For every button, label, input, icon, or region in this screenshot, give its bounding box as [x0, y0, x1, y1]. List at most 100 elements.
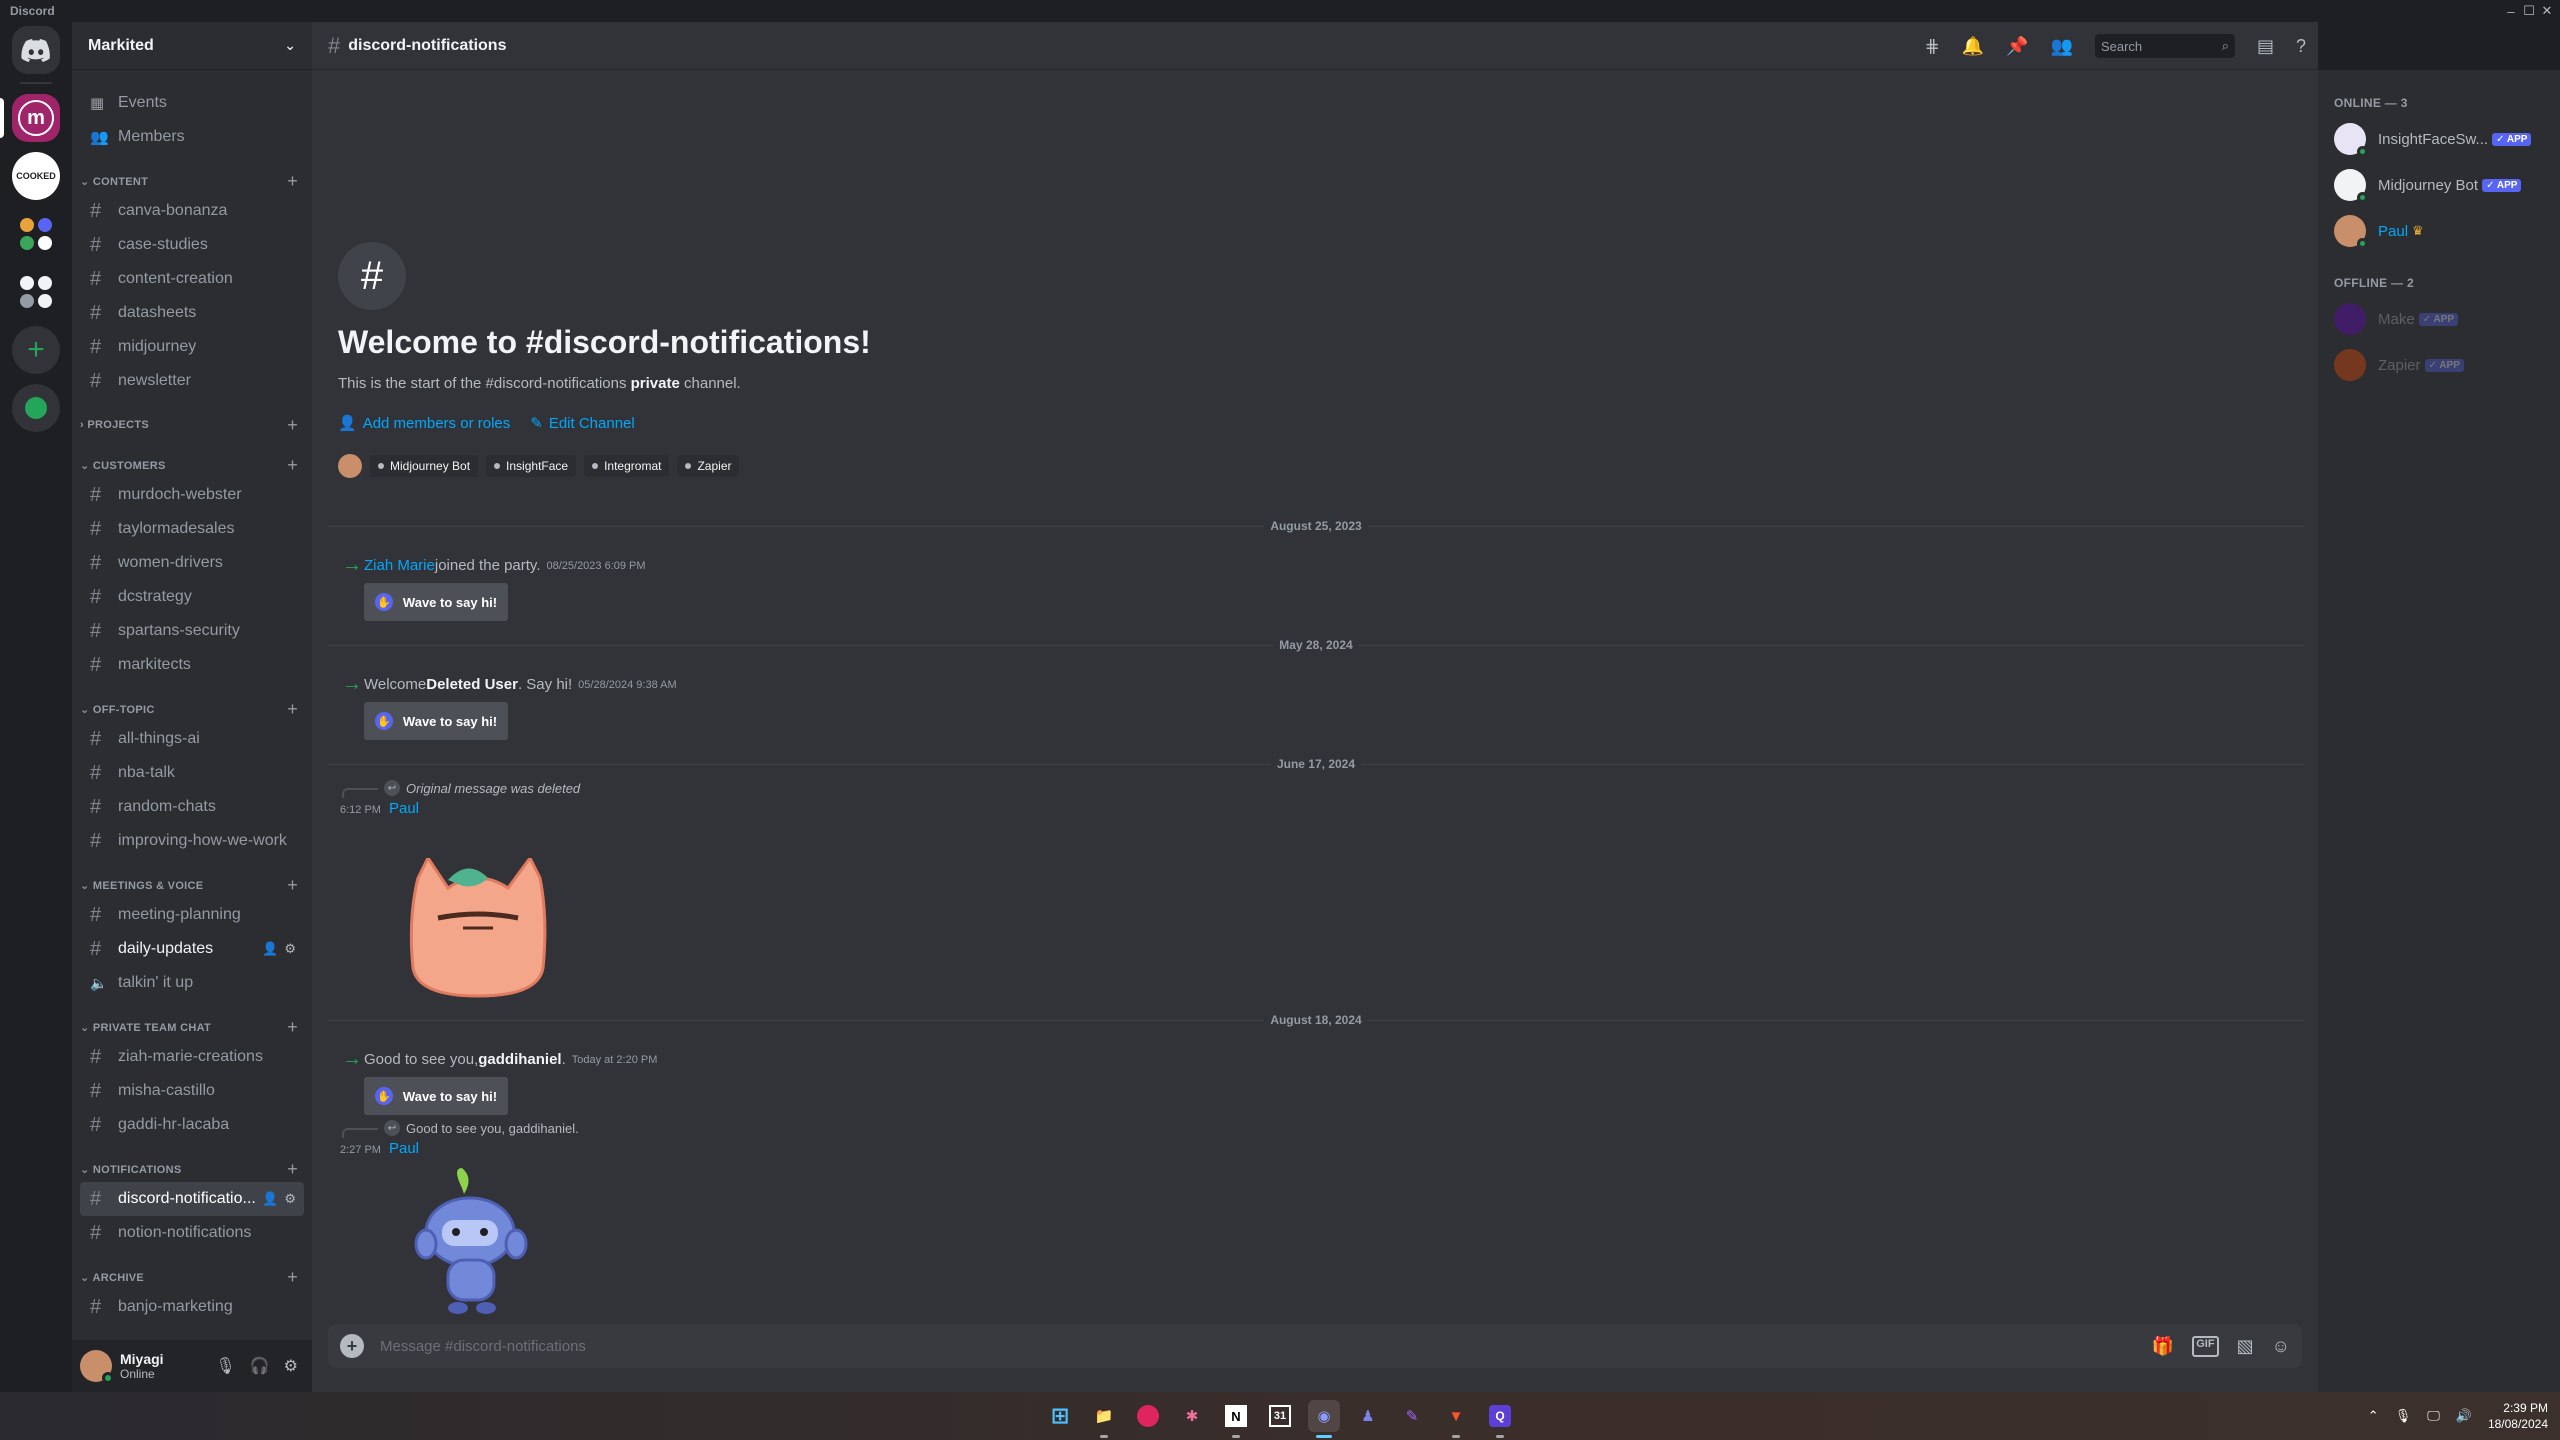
channel-item[interactable]: # discord-notificatio... 👤 ⚙: [80, 1182, 304, 1216]
category-header[interactable]: ⌄ ARCHIVE +: [80, 1264, 304, 1290]
calendar-app-icon[interactable]: 31: [1264, 1400, 1296, 1432]
member-item[interactable]: Make ✓ APP: [2334, 296, 2552, 342]
member-chip[interactable]: InsightFace: [486, 455, 577, 477]
channel-settings-gear-icon[interactable]: ⚙: [284, 1191, 296, 1207]
create-channel-plus-icon[interactable]: +: [287, 455, 298, 476]
member-item[interactable]: Zapier ✓ APP: [2334, 342, 2552, 388]
wave-button[interactable]: ✋ Wave to say hi!: [364, 1077, 508, 1115]
teams-icon[interactable]: ♟: [1352, 1400, 1384, 1432]
minimize-button[interactable]: –: [2502, 0, 2520, 22]
member-item[interactable]: InsightFaceSw... ✓ APP: [2334, 116, 2552, 162]
channel-item[interactable]: # content-creation: [80, 262, 304, 296]
wave-button[interactable]: ✋ Wave to say hi!: [364, 702, 508, 740]
gift-icon[interactable]: 🎁: [2152, 1336, 2174, 1357]
wumpus-sticker[interactable]: [412, 1168, 532, 1322]
category-header[interactable]: ⌄ CONTENT +: [80, 168, 304, 194]
members-item[interactable]: 👥 Members: [80, 120, 304, 154]
tray-mic-icon[interactable]: 🎙: [2395, 1408, 2412, 1424]
invite-icon[interactable]: 👤: [262, 1191, 278, 1207]
volume-icon[interactable]: 🔊: [2456, 1408, 2472, 1424]
server-cooked[interactable]: COOKED: [12, 152, 60, 200]
threads-icon[interactable]: ⋕: [1925, 36, 1940, 57]
category-header[interactable]: ⌄ NOTIFICATIONS +: [80, 1156, 304, 1182]
channel-item[interactable]: # datasheets: [80, 296, 304, 330]
network-icon[interactable]: 🖵: [2427, 1408, 2440, 1424]
message-input[interactable]: [380, 1337, 2152, 1355]
channel-item[interactable]: # banjo-marketing: [80, 1290, 304, 1324]
category-header[interactable]: ⌄ PRIVATE TEAM CHAT +: [80, 1014, 304, 1040]
category-header[interactable]: ⌄ MEETINGS & VOICE +: [80, 872, 304, 898]
create-channel-plus-icon[interactable]: +: [287, 1159, 298, 1180]
server-markited[interactable]: m: [0, 94, 60, 142]
category-header[interactable]: ⌄ OFF-TOPIC +: [80, 696, 304, 722]
obsidian-icon[interactable]: Q: [1484, 1400, 1516, 1438]
server-folder-1[interactable]: [12, 210, 60, 258]
member-chip[interactable]: Midjourney Bot: [370, 455, 479, 477]
create-channel-plus-icon[interactable]: +: [287, 699, 298, 720]
channel-item[interactable]: # notion-notifications: [80, 1216, 304, 1250]
discord-taskbar-icon[interactable]: ◉: [1308, 1400, 1340, 1438]
edit-channel-link[interactable]: ✎ Edit Channel: [530, 414, 634, 433]
media-player-icon[interactable]: [1132, 1400, 1164, 1432]
peach-sticker[interactable]: [408, 855, 548, 1002]
channel-settings-gear-icon[interactable]: ⚙: [284, 941, 296, 957]
wave-button[interactable]: ✋ Wave to say hi!: [364, 583, 508, 621]
member-item[interactable]: Paul ♛: [2334, 208, 2552, 254]
channel-item[interactable]: 🔈 talkin' it up: [80, 966, 304, 1000]
photos-icon[interactable]: ✱: [1176, 1400, 1208, 1432]
maximize-button[interactable]: ☐: [2520, 0, 2538, 22]
notification-bell-icon[interactable]: 🔔: [1962, 36, 1984, 57]
inbox-icon[interactable]: ▤: [2257, 36, 2274, 57]
channel-item[interactable]: # case-studies: [80, 228, 304, 262]
channel-item[interactable]: # misha-castillo: [80, 1074, 304, 1108]
system-clock[interactable]: 2:39 PM 18/08/2024: [2488, 1400, 2548, 1432]
channel-item[interactable]: # meeting-planning: [80, 898, 304, 932]
channel-item[interactable]: # improving-how-we-work: [80, 824, 304, 858]
events-item[interactable]: ▦ Events: [80, 86, 304, 120]
create-channel-plus-icon[interactable]: +: [287, 1267, 298, 1288]
channel-item[interactable]: # dcstrategy: [80, 580, 304, 614]
file-explorer-icon[interactable]: 📁: [1088, 1400, 1120, 1438]
add-members-link[interactable]: 👤 Add members or roles: [338, 414, 510, 433]
gif-button[interactable]: GIF: [2192, 1335, 2219, 1357]
sticker-icon[interactable]: ▧: [2237, 1336, 2254, 1357]
message-author[interactable]: gaddihaniel: [478, 1051, 561, 1068]
reply-reference[interactable]: ↩ Original message was deleted: [342, 778, 580, 798]
channel-item[interactable]: # women-drivers: [80, 546, 304, 580]
channel-item[interactable]: # spartans-security: [80, 614, 304, 648]
channel-item[interactable]: # murdoch-webster: [80, 478, 304, 512]
message-author[interactable]: Ziah Marie: [364, 557, 435, 574]
channel-item[interactable]: # gaddi-hr-lacaba: [80, 1108, 304, 1142]
user-avatar[interactable]: [80, 1350, 114, 1384]
create-channel-plus-icon[interactable]: +: [287, 415, 298, 436]
help-icon[interactable]: ?: [2296, 36, 2306, 57]
attach-plus-icon[interactable]: +: [340, 1334, 364, 1358]
notion-icon[interactable]: N: [1220, 1400, 1252, 1438]
add-server-button[interactable]: +: [12, 326, 60, 374]
pin-icon[interactable]: 📌: [2006, 36, 2028, 57]
category-header[interactable]: ⌄ CUSTOMERS +: [80, 452, 304, 478]
tray-chevron-icon[interactable]: ⌃: [2368, 1408, 2379, 1424]
brave-browser-icon[interactable]: ▼: [1440, 1400, 1472, 1438]
settings-gear-icon[interactable]: ⚙: [284, 1356, 298, 1376]
invite-icon[interactable]: 👤: [262, 941, 278, 957]
member-chip[interactable]: Zapier: [677, 455, 740, 477]
member-item[interactable]: Midjourney Bot ✓ APP: [2334, 162, 2552, 208]
channel-item[interactable]: # taylormadesales: [80, 512, 304, 546]
microphone-icon[interactable]: 🎙: [215, 1356, 235, 1376]
member-chip[interactable]: Integromat: [584, 455, 670, 477]
channel-item[interactable]: # markitects: [80, 648, 304, 682]
explore-servers-button[interactable]: [12, 384, 60, 432]
emoji-icon[interactable]: ☺: [2272, 1336, 2290, 1357]
home-button[interactable]: [12, 26, 60, 74]
channel-item[interactable]: # nba-talk: [80, 756, 304, 790]
channel-item[interactable]: # canva-bonanza: [80, 194, 304, 228]
server-folder-2[interactable]: [12, 268, 60, 316]
message-author[interactable]: Deleted User: [426, 676, 518, 693]
channel-item[interactable]: # random-chats: [80, 790, 304, 824]
start-menu-icon[interactable]: ⊞: [1044, 1400, 1076, 1432]
member-list-toggle-icon[interactable]: 👥: [2051, 36, 2073, 57]
message-author[interactable]: Paul: [389, 1140, 419, 1157]
search-input[interactable]: Search ⌕: [2094, 34, 2235, 58]
create-channel-plus-icon[interactable]: +: [287, 171, 298, 192]
